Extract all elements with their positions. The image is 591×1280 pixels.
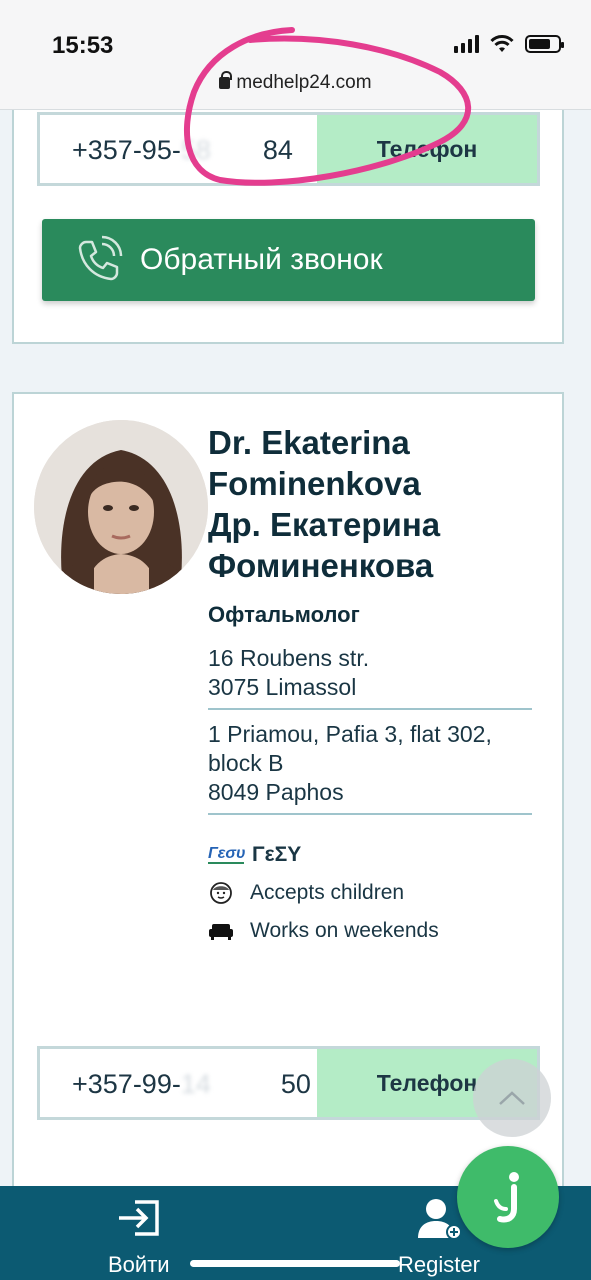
phone-prefix: +357-95- bbox=[72, 135, 181, 165]
sofa-icon bbox=[208, 920, 234, 942]
phone-blurred: 14 bbox=[180, 1069, 211, 1099]
address2-line2: block B bbox=[208, 750, 284, 776]
phone-number: +357-99-14 50 bbox=[72, 1069, 311, 1100]
address-paphos: 1 Priamou, Pafia 3, flat 302, block B 80… bbox=[208, 710, 532, 815]
address2-line1: 1 Priamou, Pafia 3, flat 302, bbox=[208, 721, 492, 747]
scroll-to-top-button[interactable] bbox=[473, 1059, 551, 1137]
phone-row-doctor: +357-99-14 50 Телефон bbox=[37, 1046, 540, 1120]
address-limassol: 16 Roubens str. 3075 Limassol bbox=[208, 628, 532, 710]
phone-suffix: 84 bbox=[262, 135, 293, 165]
chat-logo-icon bbox=[494, 1172, 519, 1223]
address1-line1: 16 Roubens str. bbox=[208, 645, 370, 671]
status-icons bbox=[454, 34, 564, 54]
callback-label: Обратный звонок bbox=[140, 243, 383, 276]
signal-icon bbox=[454, 35, 479, 53]
phone-row-previous: +357-95-58 84 Телефон bbox=[37, 112, 540, 186]
feature-gesy: Γεσυ ΓεΣΥ bbox=[208, 843, 538, 867]
gesy-label: ΓεΣΥ bbox=[252, 843, 302, 866]
callback-button[interactable]: Обратный звонок bbox=[42, 219, 535, 301]
url-text: medhelp24.com bbox=[236, 72, 372, 93]
name-ru-line2: Фоминенкова bbox=[208, 547, 434, 584]
doctor-avatar bbox=[34, 420, 208, 594]
feature-children-label: Accepts children bbox=[250, 881, 405, 904]
child-face-icon bbox=[208, 882, 234, 904]
register-label: Register bbox=[398, 1252, 480, 1277]
login-label: Войти bbox=[108, 1252, 170, 1277]
phone-button[interactable]: Телефон bbox=[317, 115, 537, 183]
address1-line2: 3075 Limassol bbox=[208, 674, 357, 700]
name-en-line2: Fominenkova bbox=[208, 465, 421, 502]
browser-top-bar: 15:53 medhelp24.com bbox=[0, 0, 591, 110]
wifi-icon bbox=[490, 35, 514, 52]
home-indicator[interactable] bbox=[190, 1260, 400, 1267]
phone-suffix: 50 bbox=[280, 1069, 311, 1099]
chevron-up-icon bbox=[499, 1091, 525, 1105]
name-ru-line1: Др. Екатерина bbox=[208, 506, 441, 543]
lock-icon bbox=[219, 71, 233, 89]
status-time: 15:53 bbox=[52, 32, 114, 59]
doctor-name[interactable]: Dr. Ekaterina Fominenkova Др. Екатерина … bbox=[208, 422, 538, 586]
name-en-line1: Dr. Ekaterina bbox=[208, 424, 410, 461]
address2-line3: 8049 Paphos bbox=[208, 779, 344, 805]
login-icon bbox=[118, 1200, 159, 1236]
login-button[interactable]: Войти bbox=[108, 1186, 170, 1278]
phone-number: +357-95-58 84 bbox=[72, 135, 293, 166]
feature-weekends: Works on weekends bbox=[208, 919, 538, 943]
doctor-specialty: Офтальмолог bbox=[208, 602, 360, 627]
url-bar[interactable]: medhelp24.com bbox=[0, 71, 591, 94]
feature-children: Accepts children bbox=[208, 881, 538, 905]
phone-icon bbox=[78, 235, 123, 281]
doctor-info: Dr. Ekaterina Fominenkova Др. Екатерина … bbox=[208, 422, 538, 943]
feature-weekends-label: Works on weekends bbox=[250, 919, 439, 942]
phone-blurred: 58 bbox=[180, 135, 211, 165]
chat-widget-button[interactable] bbox=[457, 1146, 559, 1248]
battery-icon bbox=[525, 35, 564, 53]
phone-prefix: +357-99- bbox=[72, 1069, 181, 1099]
gesy-logo-icon: Γεσυ bbox=[208, 845, 246, 864]
